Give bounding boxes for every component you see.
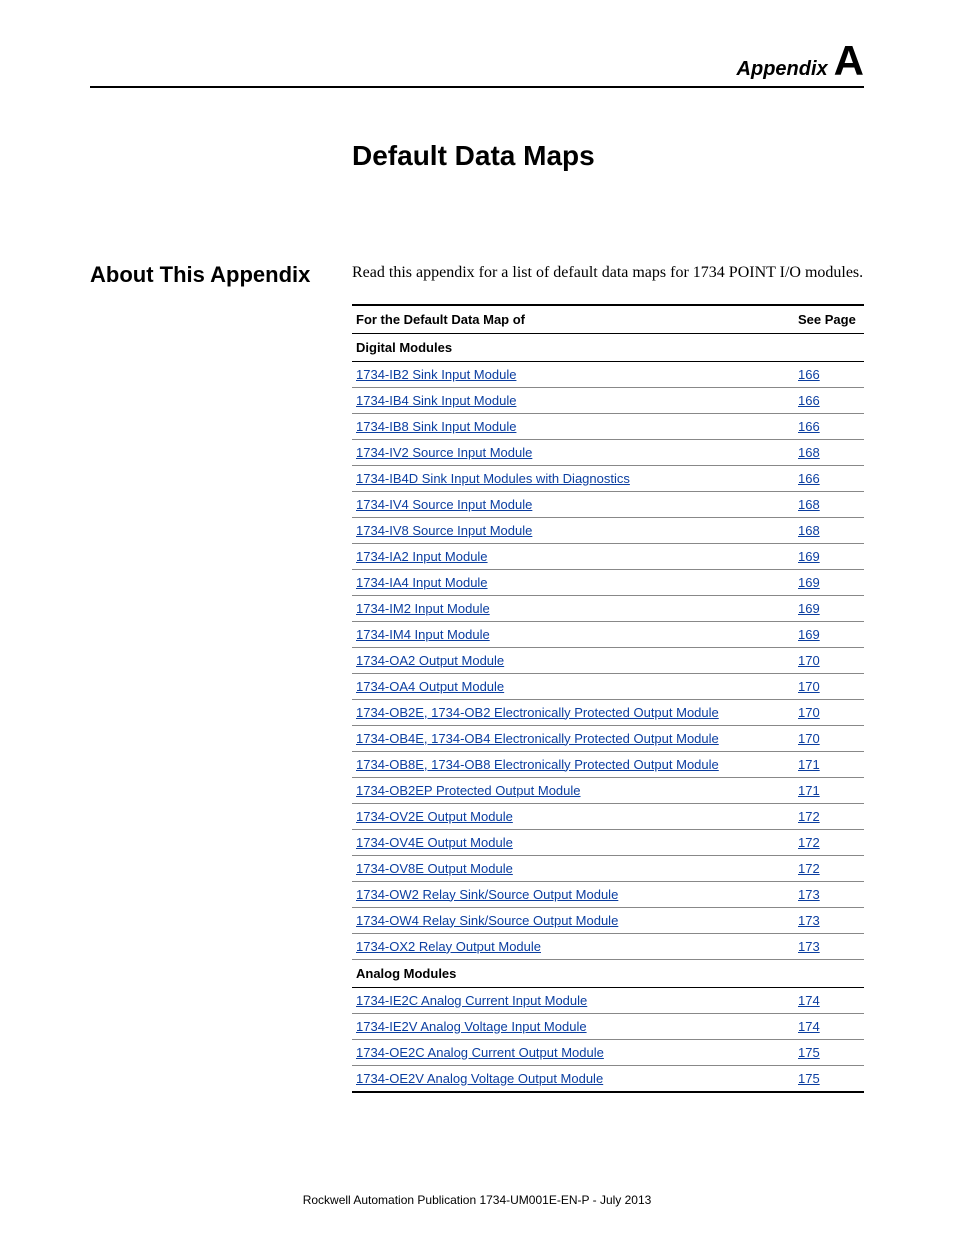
- table-section-row: Analog Modules: [352, 959, 864, 987]
- table-row: 1734-IB4 Sink Input Module 166: [352, 387, 864, 413]
- module-link[interactable]: 1734-OV8E Output Module: [356, 861, 513, 876]
- data-map-table: For the Default Data Map of See Page Dig…: [352, 304, 864, 1093]
- module-link[interactable]: 1734-IM4 Input Module: [356, 627, 490, 642]
- table-row: 1734-OV4E Output Module 172: [352, 829, 864, 855]
- module-link[interactable]: 1734-OW4 Relay Sink/Source Output Module: [356, 913, 618, 928]
- page-link[interactable]: 170: [798, 705, 820, 720]
- page-link[interactable]: 170: [798, 731, 820, 746]
- module-link[interactable]: 1734-IM2 Input Module: [356, 601, 490, 616]
- module-link[interactable]: 1734-IB4 Sink Input Module: [356, 393, 516, 408]
- page-link[interactable]: 175: [798, 1045, 820, 1060]
- module-link[interactable]: 1734-OA4 Output Module: [356, 679, 504, 694]
- page-link[interactable]: 172: [798, 861, 820, 876]
- appendix-letter: A: [834, 40, 864, 82]
- module-link[interactable]: 1734-OB2E, 1734-OB2 Electronically Prote…: [356, 705, 719, 720]
- module-link[interactable]: 1734-IE2C Analog Current Input Module: [356, 993, 587, 1008]
- table-row: 1734-OB2EP Protected Output Module 171: [352, 777, 864, 803]
- page-link[interactable]: 168: [798, 445, 820, 460]
- module-link[interactable]: 1734-OA2 Output Module: [356, 653, 504, 668]
- module-link[interactable]: 1734-OE2C Analog Current Output Module: [356, 1045, 604, 1060]
- module-link[interactable]: 1734-IA2 Input Module: [356, 549, 488, 564]
- chapter-title: Default Data Maps: [352, 140, 864, 172]
- page-link[interactable]: 169: [798, 575, 820, 590]
- page-link[interactable]: 174: [798, 1019, 820, 1034]
- page-link[interactable]: 166: [798, 419, 820, 434]
- table-row: 1734-OE2C Analog Current Output Module 17…: [352, 1039, 864, 1065]
- table-row: 1734-IM2 Input Module 169: [352, 595, 864, 621]
- page-link[interactable]: 173: [798, 939, 820, 954]
- page: Appendix A Default Data Maps About This …: [0, 0, 954, 1235]
- page-link[interactable]: 170: [798, 653, 820, 668]
- module-link[interactable]: 1734-IB8 Sink Input Module: [356, 419, 516, 434]
- page-link[interactable]: 169: [798, 549, 820, 564]
- col-header-module: For the Default Data Map of: [352, 305, 794, 334]
- module-link[interactable]: 1734-IV4 Source Input Module: [356, 497, 532, 512]
- module-link[interactable]: 1734-OB2EP Protected Output Module: [356, 783, 581, 798]
- page-link[interactable]: 170: [798, 679, 820, 694]
- page-link[interactable]: 173: [798, 913, 820, 928]
- page-link[interactable]: 169: [798, 601, 820, 616]
- left-column: About This Appendix: [90, 262, 352, 288]
- table-row: 1734-OE2V Analog Voltage Output Module 17…: [352, 1065, 864, 1092]
- appendix-word: Appendix: [737, 58, 828, 81]
- page-link[interactable]: 172: [798, 809, 820, 824]
- table-row: 1734-IB2 Sink Input Module 166: [352, 361, 864, 387]
- table-row: 1734-IV2 Source Input Module 168: [352, 439, 864, 465]
- table-row: 1734-OA2 Output Module 170: [352, 647, 864, 673]
- col-header-page: See Page: [794, 305, 864, 334]
- table-section-label: Digital Modules: [352, 333, 864, 361]
- page-link[interactable]: 172: [798, 835, 820, 850]
- table-row: 1734-IB4D Sink Input Modules with Diagno…: [352, 465, 864, 491]
- page-link[interactable]: 166: [798, 367, 820, 382]
- page-link[interactable]: 168: [798, 523, 820, 538]
- table-row: 1734-IE2V Analog Voltage Input Module 174: [352, 1013, 864, 1039]
- module-link[interactable]: 1734-OB8E, 1734-OB8 Electronically Prote…: [356, 757, 719, 772]
- table-row: 1734-OW4 Relay Sink/Source Output Module…: [352, 907, 864, 933]
- table-row: 1734-OB2E, 1734-OB2 Electronically Prote…: [352, 699, 864, 725]
- module-link[interactable]: 1734-IE2V Analog Voltage Input Module: [356, 1019, 587, 1034]
- table-row: 1734-OV8E Output Module 172: [352, 855, 864, 881]
- module-link[interactable]: 1734-IV8 Source Input Module: [356, 523, 532, 538]
- table-row: 1734-OB4E, 1734-OB4 Electronically Prote…: [352, 725, 864, 751]
- footer-text: Rockwell Automation Publication 1734-UM0…: [0, 1193, 954, 1207]
- table-row: 1734-OW2 Relay Sink/Source Output Module…: [352, 881, 864, 907]
- table-section-label: Analog Modules: [352, 959, 864, 987]
- page-link[interactable]: 171: [798, 757, 820, 772]
- module-link[interactable]: 1734-OV4E Output Module: [356, 835, 513, 850]
- page-link[interactable]: 173: [798, 887, 820, 902]
- module-link[interactable]: 1734-IB4D Sink Input Modules with Diagno…: [356, 471, 630, 486]
- page-link[interactable]: 166: [798, 393, 820, 408]
- module-link[interactable]: 1734-OX2 Relay Output Module: [356, 939, 541, 954]
- module-link[interactable]: 1734-OE2V Analog Voltage Output Module: [356, 1071, 603, 1086]
- page-link[interactable]: 169: [798, 627, 820, 642]
- table-row: 1734-IA2 Input Module 169: [352, 543, 864, 569]
- table-row: 1734-OA4 Output Module 170: [352, 673, 864, 699]
- page-link[interactable]: 168: [798, 497, 820, 512]
- module-link[interactable]: 1734-IA4 Input Module: [356, 575, 488, 590]
- table-row: 1734-IV8 Source Input Module 168: [352, 517, 864, 543]
- module-link[interactable]: 1734-OW2 Relay Sink/Source Output Module: [356, 887, 618, 902]
- page-link[interactable]: 174: [798, 993, 820, 1008]
- table-row: 1734-OV2E Output Module 172: [352, 803, 864, 829]
- intro-text: Read this appendix for a list of default…: [352, 262, 864, 284]
- appendix-header: Appendix A: [90, 40, 864, 88]
- table-row: 1734-IE2C Analog Current Input Module 174: [352, 987, 864, 1013]
- module-link[interactable]: 1734-OB4E, 1734-OB4 Electronically Prote…: [356, 731, 719, 746]
- table-row: 1734-IV4 Source Input Module 168: [352, 491, 864, 517]
- table-row: 1734-IB8 Sink Input Module 166: [352, 413, 864, 439]
- content-columns: About This Appendix Read this appendix f…: [90, 262, 864, 1093]
- right-column: Read this appendix for a list of default…: [352, 262, 864, 1093]
- module-link[interactable]: 1734-IV2 Source Input Module: [356, 445, 532, 460]
- page-link[interactable]: 175: [798, 1071, 820, 1086]
- table-row: 1734-IA4 Input Module 169: [352, 569, 864, 595]
- table-row: 1734-OX2 Relay Output Module 173: [352, 933, 864, 959]
- module-link[interactable]: 1734-IB2 Sink Input Module: [356, 367, 516, 382]
- table-row: 1734-OB8E, 1734-OB8 Electronically Prote…: [352, 751, 864, 777]
- table-row: 1734-IM4 Input Module 169: [352, 621, 864, 647]
- page-link[interactable]: 171: [798, 783, 820, 798]
- page-link[interactable]: 166: [798, 471, 820, 486]
- module-link[interactable]: 1734-OV2E Output Module: [356, 809, 513, 824]
- table-section-row: Digital Modules: [352, 333, 864, 361]
- section-heading: About This Appendix: [90, 262, 352, 288]
